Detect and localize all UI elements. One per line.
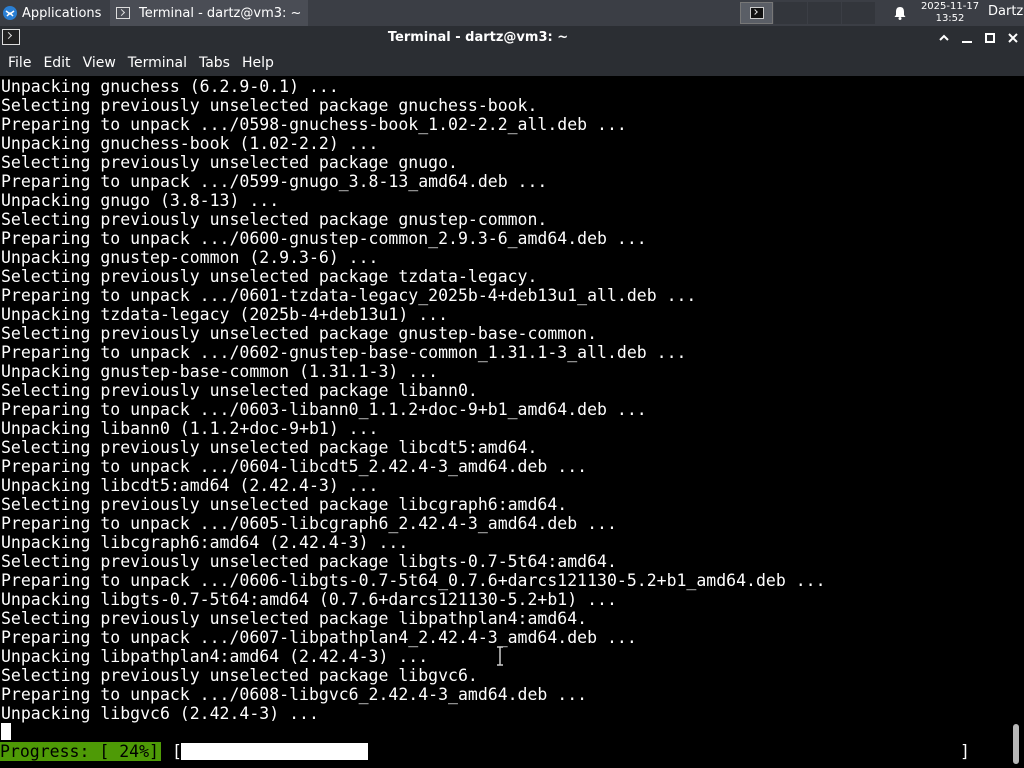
terminal-line: Selecting previously unselected package …: [1, 666, 478, 685]
terminal-line: Unpacking tzdata-legacy (2025b-4+deb13u1…: [1, 305, 449, 324]
terminal-icon: [116, 7, 130, 19]
terminal-line: Selecting previously unselected package …: [1, 210, 548, 229]
scrollbar-thumb[interactable]: [1013, 724, 1019, 764]
terminal-cursor: [1, 723, 11, 740]
menu-tabs[interactable]: Tabs: [199, 55, 230, 71]
minimize-button[interactable]: [957, 28, 977, 48]
maximize-up-icon[interactable]: [934, 28, 954, 48]
terminal-line: Preparing to unpack .../0602-gnustep-bas…: [1, 343, 687, 362]
terminal-line: Preparing to unpack .../0600-gnustep-com…: [1, 229, 647, 248]
terminal-line: Selecting previously unselected package …: [1, 438, 538, 457]
menu-bar: File Edit View Terminal Tabs Help: [0, 50, 1024, 76]
terminal-line: Unpacking libgts-0.7-5t64:amd64 (0.7.6+d…: [1, 590, 617, 609]
xfce-logo-icon: [3, 6, 17, 20]
workspace-3[interactable]: [808, 2, 841, 24]
terminal-line: Selecting previously unselected package …: [1, 153, 458, 172]
workspace-4[interactable]: [842, 2, 875, 24]
terminal-line: Preparing to unpack .../0601-tzdata-lega…: [1, 286, 697, 305]
menu-help[interactable]: Help: [242, 55, 274, 71]
terminal-line: Unpacking libpathplan4:amd64 (2.42.4-3) …: [1, 647, 429, 666]
taskbar-terminal-button[interactable]: Terminal - dartz@vm3: ~: [110, 0, 308, 26]
terminal-scrollbar[interactable]: [1008, 76, 1024, 768]
progress-label: Progress: [ 24%]: [0, 742, 161, 761]
window-titlebar[interactable]: Terminal - dartz@vm3: ~: [0, 26, 1024, 50]
menu-file[interactable]: File: [8, 55, 31, 71]
terminal-line: Unpacking gnugo (3.8-13) ...: [1, 191, 280, 210]
progress-bar-fill: [181, 743, 368, 760]
terminal-line: Unpacking gnuchess (6.2.9-0.1) ...: [1, 77, 339, 96]
terminal-line: Preparing to unpack .../0607-libpathplan…: [1, 628, 637, 647]
terminal-line: Unpacking libann0 (1.1.2+doc-9+b1) ...: [1, 419, 379, 438]
window-title: Terminal - dartz@vm3: ~: [387, 30, 569, 45]
workspace-2[interactable]: [774, 2, 807, 24]
progress-bar-close-bracket: ]: [960, 742, 970, 761]
terminal-line: Selecting previously unselected package …: [1, 324, 598, 343]
terminal-line: Unpacking libcgraph6:amd64 (2.42.4-3) ..…: [1, 533, 409, 552]
maximize-button[interactable]: [980, 28, 1000, 48]
terminal-line: Unpacking libgvc6 (2.42.4-3) ...: [1, 704, 319, 723]
workspace-switcher: [740, 0, 880, 26]
menu-terminal[interactable]: Terminal: [128, 55, 187, 71]
menu-edit[interactable]: Edit: [43, 55, 70, 71]
terminal-line: Unpacking libcdt5:amd64 (2.42.4-3) ...: [1, 476, 379, 495]
terminal-line: Preparing to unpack .../0603-libann0_1.1…: [1, 400, 647, 419]
terminal-line: Preparing to unpack .../0604-libcdt5_2.4…: [1, 457, 588, 476]
terminal-line: Preparing to unpack .../0599-gnugo_3.8-1…: [1, 172, 548, 191]
workspace-1[interactable]: [740, 2, 773, 24]
terminal-icon: [750, 7, 764, 19]
mouse-ibeam-cursor-icon: [497, 646, 503, 666]
applications-menu-button[interactable]: Applications: [0, 0, 110, 26]
notification-bell-icon[interactable]: [892, 5, 908, 21]
clock-time: 13:52: [935, 13, 965, 24]
terminal-line: Preparing to unpack .../0606-libgts-0.7-…: [1, 571, 826, 590]
terminal-line: Selecting previously unselected package …: [1, 96, 538, 115]
menu-view[interactable]: View: [83, 55, 116, 71]
terminal-line: Unpacking gnuchess-book (1.02-2.2) ...: [1, 134, 379, 153]
terminal-area[interactable]: Unpacking gnuchess (6.2.9-0.1) ... Select…: [0, 76, 1008, 768]
terminal-line: Unpacking gnustep-common (2.9.3-6) ...: [1, 248, 379, 267]
applications-label: Applications: [22, 5, 102, 21]
close-button[interactable]: [1003, 28, 1023, 48]
terminal-line: Unpacking gnustep-base-common (1.31.1-3)…: [1, 362, 439, 381]
terminal-line: Preparing to unpack .../0598-gnuchess-bo…: [1, 115, 627, 134]
taskbar-terminal-label: Terminal - dartz@vm3: ~: [139, 5, 302, 21]
terminal-line: Selecting previously unselected package …: [1, 552, 617, 571]
clock-date: 2025-11-17: [920, 1, 980, 12]
terminal-output: Unpacking gnuchess (6.2.9-0.1) ... Select…: [1, 77, 826, 723]
clock[interactable]: 2025-11-17 13:52: [918, 1, 982, 25]
terminal-line: Preparing to unpack .../0605-libcgraph6_…: [1, 514, 617, 533]
terminal-line: Preparing to unpack .../0608-libgvc6_2.4…: [1, 685, 588, 704]
terminal-line: Selecting previously unselected package …: [1, 495, 568, 514]
top-panel: Applications Terminal - dartz@vm3: ~ 202…: [0, 0, 1024, 26]
terminal-line: Selecting previously unselected package …: [1, 267, 538, 286]
user-menu[interactable]: Dartz: [988, 4, 1023, 19]
terminal-line: Selecting previously unselected package …: [1, 609, 588, 628]
terminal-line: Selecting previously unselected package …: [1, 381, 478, 400]
